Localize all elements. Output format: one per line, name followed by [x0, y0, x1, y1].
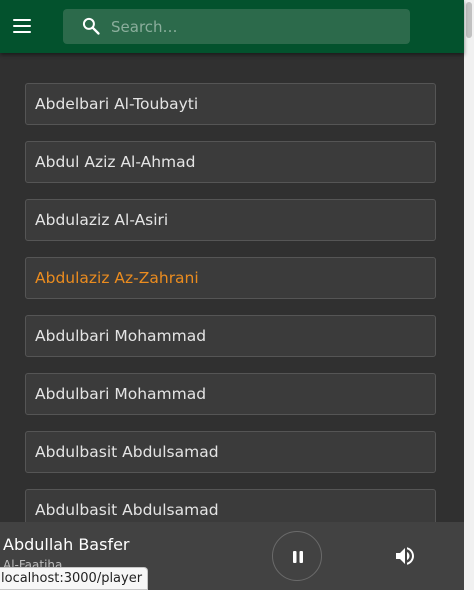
menu-icon-line — [13, 25, 31, 27]
search-box — [63, 9, 410, 44]
reciter-item[interactable]: Abdulbasit Abdulsamad — [25, 431, 436, 473]
reciter-item[interactable]: Abdulaziz Al-Asiri — [25, 199, 436, 241]
app-page: Abdelbari Al-Toubayti Abdul Aziz Al-Ahmad… — [0, 0, 474, 590]
scrollbar-thumb[interactable] — [466, 2, 472, 38]
search-icon — [82, 17, 100, 35]
scrollbar[interactable] — [464, 0, 474, 590]
menu-icon-line — [13, 19, 31, 21]
volume-icon[interactable] — [393, 544, 417, 568]
search-input[interactable] — [111, 9, 401, 44]
reciter-item[interactable]: Abdulbari Mohammad — [25, 315, 436, 357]
menu-icon-line — [13, 31, 31, 33]
status-bar-url: localhost:3000/player — [0, 567, 149, 590]
reciter-item[interactable]: Abdulbari Mohammad — [25, 373, 436, 415]
pause-icon — [293, 551, 303, 563]
menu-icon[interactable] — [11, 17, 33, 35]
now-playing-reciter: Abdullah Basfer — [3, 535, 130, 554]
pause-button[interactable] — [272, 531, 322, 581]
reciter-item[interactable]: Abdul Aziz Al-Ahmad — [25, 141, 436, 183]
reciter-item-active[interactable]: Abdulaziz Az-Zahrani — [25, 257, 436, 299]
reciter-list: Abdelbari Al-Toubayti Abdul Aziz Al-Ahmad… — [25, 83, 436, 547]
reciter-item[interactable]: Abdelbari Al-Toubayti — [25, 83, 436, 125]
top-app-bar — [0, 0, 464, 53]
